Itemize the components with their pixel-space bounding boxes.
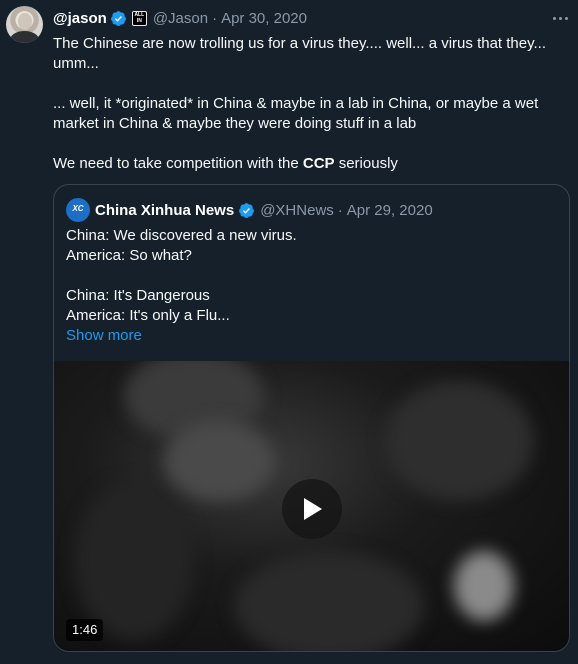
quoted-tweet-text: China: We discovered a new virus. Americ… xyxy=(66,226,556,346)
dot-separator: · xyxy=(337,201,343,219)
affiliate-badge-icon[interactable]: ALL IN xyxy=(131,10,147,26)
tweet-header: @jason ALL IN @Jason · Apr 30, 2020 xyxy=(53,8,307,28)
quoted-tweet[interactable]: XC China Xinhua News @XHNews · Apr 29, 2… xyxy=(53,184,570,652)
ccp-text: CCP xyxy=(302,155,335,172)
quoted-text-line: China: We discovered a new virus. xyxy=(66,227,297,244)
tweet-text: The Chinese are now trolling us for a vi… xyxy=(53,34,565,174)
tweet-text-line: ... well, it *originated* in China & may… xyxy=(53,95,539,112)
quoted-handle: @XHNews xyxy=(260,201,334,219)
more-options-icon[interactable] xyxy=(549,8,571,28)
quoted-text-line: China: It's Dangerous xyxy=(66,287,210,304)
tweet-text-line: The Chinese are now trolling us for a vi… xyxy=(53,35,546,52)
video-duration: 1:46 xyxy=(66,619,104,641)
quoted-display-name: China Xinhua News xyxy=(95,201,235,219)
tweet-text-line: market in China & maybe they were doing … xyxy=(53,115,417,132)
video-player[interactable]: 1:46 xyxy=(54,361,569,651)
tweet-text-line: umm... xyxy=(53,55,99,72)
quoted-tweet-header: XC China Xinhua News @XHNews · Apr 29, 2… xyxy=(66,198,433,222)
tweet-date[interactable]: Apr 30, 2020 xyxy=(221,10,307,27)
play-button[interactable] xyxy=(282,479,342,539)
quoted-text-line: America: It's only a Flu... xyxy=(66,307,230,324)
quoted-text-line: America: So what? xyxy=(66,247,192,264)
user-handle[interactable]: @Jason xyxy=(153,10,208,27)
display-name[interactable]: @jason xyxy=(53,10,107,27)
quoted-date: Apr 29, 2020 xyxy=(346,201,433,219)
tweet: @jason ALL IN @Jason · Apr 30, 2020 The … xyxy=(0,0,578,664)
tweet-text-line: We need to take competition with the CCP… xyxy=(53,155,398,172)
verified-badge-icon xyxy=(239,202,255,218)
dot-separator: · xyxy=(212,9,218,27)
show-more-link[interactable]: Show more xyxy=(66,326,556,346)
verified-badge-icon xyxy=(110,10,126,26)
avatar[interactable] xyxy=(6,6,43,43)
quoted-avatar: XC xyxy=(66,198,90,222)
play-icon xyxy=(304,498,322,520)
